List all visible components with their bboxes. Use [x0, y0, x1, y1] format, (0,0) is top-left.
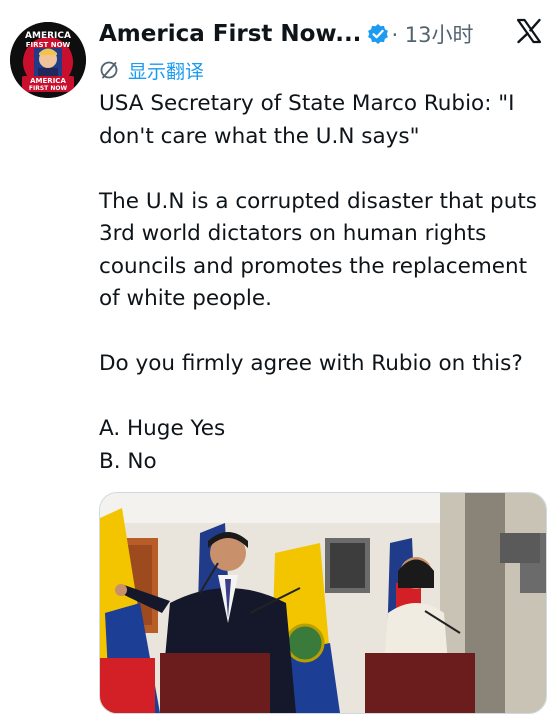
show-translation-button[interactable]: 显示翻译: [99, 57, 204, 83]
avatar-text-top: AMERICA: [25, 31, 71, 41]
avatar-badge-2: FIRST NOW: [29, 85, 68, 92]
tweet-text: USA Secretary of State Marco Rubio: "I d…: [99, 91, 537, 474]
translate-icon: [99, 60, 119, 80]
tweet-header: America First Now... · 13小时: [99, 17, 555, 51]
avatar-badge-1: AMERICA: [30, 77, 66, 85]
avatar[interactable]: AMERICA FIRST NOW AMERICA FIRST NOW: [10, 22, 86, 98]
display-name[interactable]: America First Now...: [99, 21, 361, 47]
tweet-media-image[interactable]: [99, 492, 547, 714]
avatar-text-top-2: FIRST NOW: [26, 41, 71, 49]
x-logo-icon[interactable]: [515, 17, 543, 45]
verified-badge-icon[interactable]: [367, 23, 389, 45]
translate-label[interactable]: 显示翻译: [128, 57, 204, 84]
tweet-time[interactable]: · 13小时: [391, 19, 473, 49]
